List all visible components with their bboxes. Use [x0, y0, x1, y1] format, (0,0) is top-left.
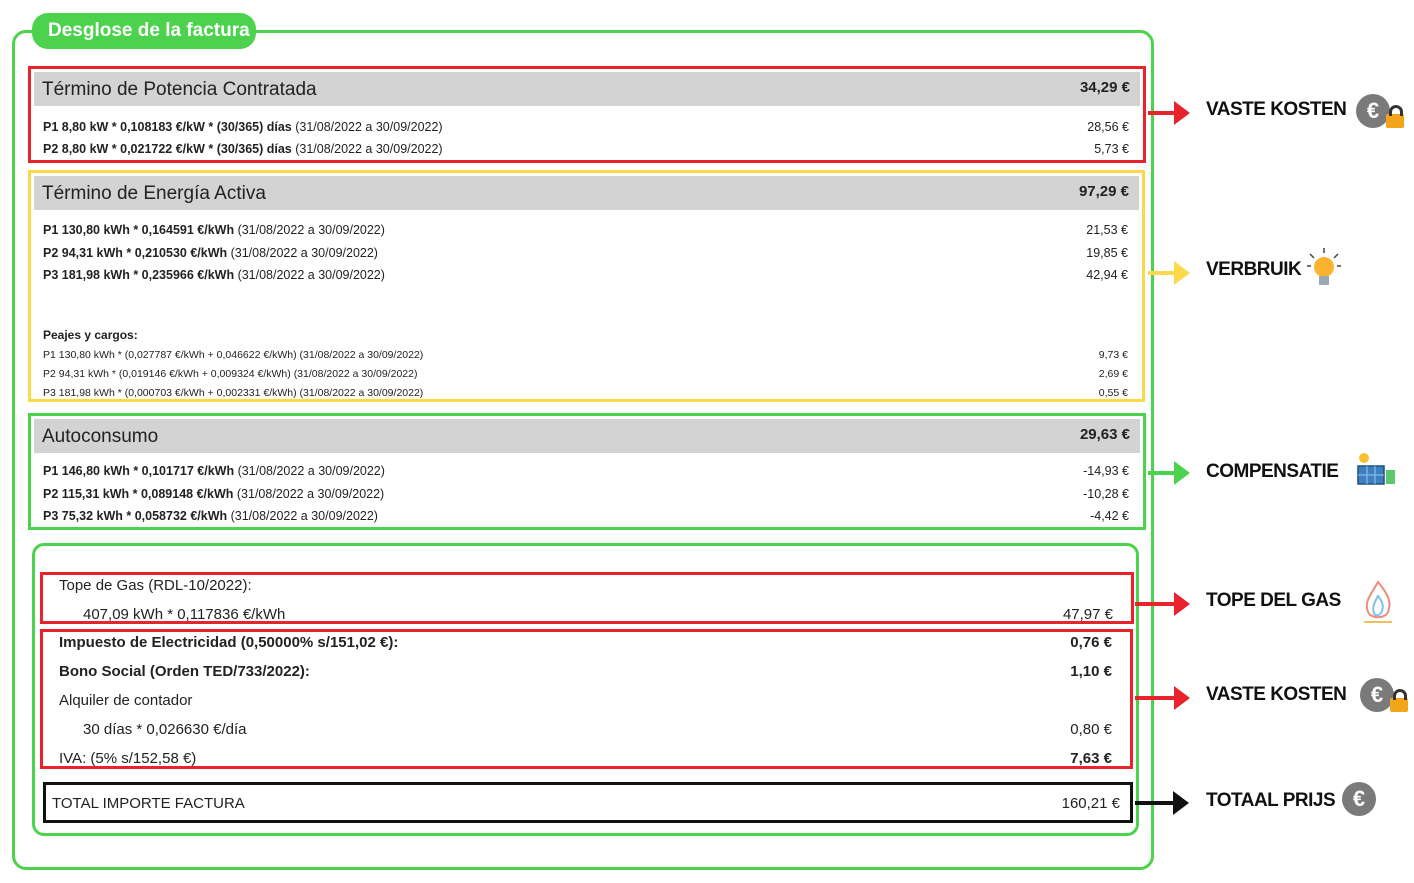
arrow-right-icon — [1135, 791, 1189, 815]
energia-line: P1 130,80 kWh * 0,164591 €/kWh (31/08/20… — [43, 223, 1128, 237]
gas-value: 47,97 € — [1062, 606, 1113, 623]
potencia-title: Término de Potencia Contratada — [42, 79, 317, 100]
annotation-compensatie: COMPENSATIE — [1206, 461, 1339, 482]
arrow-right-icon — [1148, 261, 1190, 285]
iva-line: IVA: (5% s/152,58 €) 7,63 € — [59, 750, 1112, 767]
annotation-vaste-kosten-2: VASTE KOSTEN — [1206, 684, 1347, 705]
euro-icon: € — [1356, 94, 1390, 128]
line-value: 0,55 € — [1098, 387, 1128, 399]
line-formula: P2 94,31 kWh * 0,210530 €/kWh — [43, 246, 228, 260]
energia-total: 97,29 € — [1078, 183, 1129, 200]
lock-icon — [1386, 105, 1404, 128]
gas-flame-icon — [1364, 580, 1392, 623]
line-formula: P3 181,98 kWh * 0,235966 €/kWh — [43, 268, 235, 282]
peajes-line: P2 94,31 kWh * (0,019146 €/kWh + 0,00932… — [43, 368, 1128, 380]
line-formula: P2 8,80 kW * 0,021722 €/kW * (30/365) dí… — [43, 142, 292, 156]
gas-line: 407,09 kWh * 0,117836 €/kWh 47,97 € — [59, 606, 1113, 623]
line-value: 21,53 € — [1086, 223, 1128, 237]
autoconsumo-title: Autoconsumo — [42, 426, 159, 447]
line-value: 42,94 € — [1086, 268, 1128, 282]
line-formula: P1 130,80 kWh * (0,027787 €/kWh + 0,0466… — [43, 349, 424, 361]
line-value: 9,73 € — [1098, 349, 1128, 361]
alquiler-value: 0,80 € — [1070, 721, 1112, 738]
line-value: 5,73 € — [1094, 142, 1129, 156]
line-value: 19,85 € — [1086, 246, 1128, 260]
line-period: (31/08/2022 a 30/09/2022) — [234, 223, 385, 237]
autoconsumo-line: P1 146,80 kWh * 0,101717 €/kWh (31/08/20… — [43, 464, 1129, 478]
annotation-totaal-prijs: TOTAAL PRIJS — [1206, 790, 1336, 811]
total-value: 160,21 € — [1061, 795, 1120, 812]
total-label: TOTAL IMPORTE FACTURA — [52, 795, 245, 812]
potencia-line: P1 8,80 kW * 0,108183 €/kW * (30/365) dí… — [43, 120, 1129, 134]
impuesto-label: Impuesto de Electricidad (0,50000% s/151… — [59, 634, 399, 651]
euro-icon: € — [1360, 678, 1394, 712]
impuesto-line: Impuesto de Electricidad (0,50000% s/151… — [59, 634, 1112, 651]
energia-line: P2 94,31 kWh * 0,210530 €/kWh (31/08/202… — [43, 246, 1128, 260]
gas-detail: 407,09 kWh * 0,117836 €/kWh — [83, 606, 286, 623]
peajes-title: Peajes y cargos: — [43, 328, 138, 342]
peajes-line: P1 130,80 kWh * (0,027787 €/kWh + 0,0466… — [43, 349, 1128, 361]
iva-label: IVA: (5% s/152,58 €) — [59, 750, 197, 767]
energia-header: Término de Energía Activa 97,29 € — [34, 176, 1139, 210]
energia-section: Término de Energía Activa 97,29 € P1 130… — [28, 170, 1145, 402]
line-period: (31/08/2022 a 30/09/2022) — [291, 120, 443, 134]
total-line: TOTAL IMPORTE FACTURA 160,21 € — [52, 795, 1120, 812]
potencia-total: 34,29 € — [1079, 79, 1130, 96]
autoconsumo-total: 29,63 € — [1079, 426, 1130, 443]
bono-value: 1,10 € — [1070, 663, 1112, 680]
annotation-vaste-kosten: VASTE KOSTEN — [1206, 99, 1347, 120]
line-formula: P1 8,80 kW * 0,108183 €/kW * (30/365) dí… — [43, 120, 292, 134]
arrow-right-icon — [1135, 592, 1190, 616]
annotation-tope-gas: TOPE DEL GAS — [1206, 590, 1341, 611]
line-period: (31/08/2022 a 30/09/2022) — [227, 509, 378, 523]
line-formula: P3 75,32 kWh * 0,058732 €/kWh — [43, 509, 228, 523]
iva-value: 7,63 € — [1070, 750, 1112, 767]
bono-line: Bono Social (Orden TED/733/2022): 1,10 € — [59, 663, 1112, 680]
line-period: (31/08/2022 a 30/09/2022) — [291, 142, 443, 156]
alquiler-line: 30 días * 0,026630 €/día 0,80 € — [59, 721, 1112, 738]
potencia-line: P2 8,80 kW * 0,021722 €/kW * (30/365) dí… — [43, 142, 1129, 156]
line-value: 28,56 € — [1087, 120, 1129, 134]
line-formula: P2 94,31 kWh * (0,019146 €/kWh + 0,00932… — [43, 368, 418, 380]
line-period: (31/08/2022 a 30/09/2022) — [234, 464, 385, 478]
alquiler-detail: 30 días * 0,026630 €/día — [83, 721, 247, 738]
total-section: TOTAL IMPORTE FACTURA 160,21 € — [43, 782, 1133, 823]
line-formula: P1 146,80 kWh * 0,101717 €/kWh — [43, 464, 235, 478]
peajes-line: P3 181,98 kWh * (0,000703 €/kWh + 0,0023… — [43, 387, 1128, 399]
invoice-title: Desglose de la factura — [32, 13, 256, 49]
line-formula: P1 130,80 kWh * 0,164591 €/kWh — [43, 223, 235, 237]
line-value: -14,93 € — [1083, 464, 1129, 478]
line-formula: P3 181,98 kWh * (0,000703 €/kWh + 0,0023… — [43, 387, 424, 399]
bono-label: Bono Social (Orden TED/733/2022): — [59, 663, 310, 680]
energia-title: Término de Energía Activa — [42, 183, 266, 204]
potencia-section: Término de Potencia Contratada 34,29 € P… — [28, 66, 1146, 163]
line-value: 2,69 € — [1098, 368, 1128, 380]
autoconsumo-line: P3 75,32 kWh * 0,058732 €/kWh (31/08/202… — [43, 509, 1129, 523]
autoconsumo-section: Autoconsumo 29,63 € P1 146,80 kWh * 0,10… — [28, 413, 1146, 530]
line-formula: P2 115,31 kWh * 0,089148 €/kWh — [43, 487, 234, 501]
energia-line: P3 181,98 kWh * 0,235966 €/kWh (31/08/20… — [43, 268, 1128, 282]
solar-panel-icon — [1357, 453, 1395, 485]
arrow-right-icon — [1148, 101, 1190, 125]
gas-section: Tope de Gas (RDL-10/2022): 407,09 kWh * … — [40, 572, 1134, 624]
lightbulb-icon — [1307, 248, 1341, 285]
lock-icon — [1390, 689, 1408, 712]
euro-icon: € — [1342, 782, 1376, 816]
gas-title: Tope de Gas (RDL-10/2022): — [59, 577, 252, 594]
line-period: (31/08/2022 a 30/09/2022) — [227, 246, 378, 260]
annotation-verbruik: VERBRUIK — [1206, 259, 1302, 280]
impuesto-value: 0,76 € — [1070, 634, 1112, 651]
autoconsumo-line: P2 115,31 kWh * 0,089148 €/kWh (31/08/20… — [43, 487, 1129, 501]
alquiler-label: Alquiler de contador — [59, 692, 193, 709]
line-value: -4,42 € — [1090, 509, 1129, 523]
arrow-right-icon — [1135, 686, 1190, 710]
autoconsumo-header: Autoconsumo 29,63 € — [34, 419, 1140, 453]
otros-section: Impuesto de Electricidad (0,50000% s/151… — [40, 629, 1133, 769]
line-period: (31/08/2022 a 30/09/2022) — [234, 268, 385, 282]
line-value: -10,28 € — [1083, 487, 1129, 501]
line-period: (31/08/2022 a 30/09/2022) — [233, 487, 385, 501]
arrow-right-icon — [1148, 461, 1190, 485]
potencia-header: Término de Potencia Contratada 34,29 € — [34, 72, 1140, 106]
